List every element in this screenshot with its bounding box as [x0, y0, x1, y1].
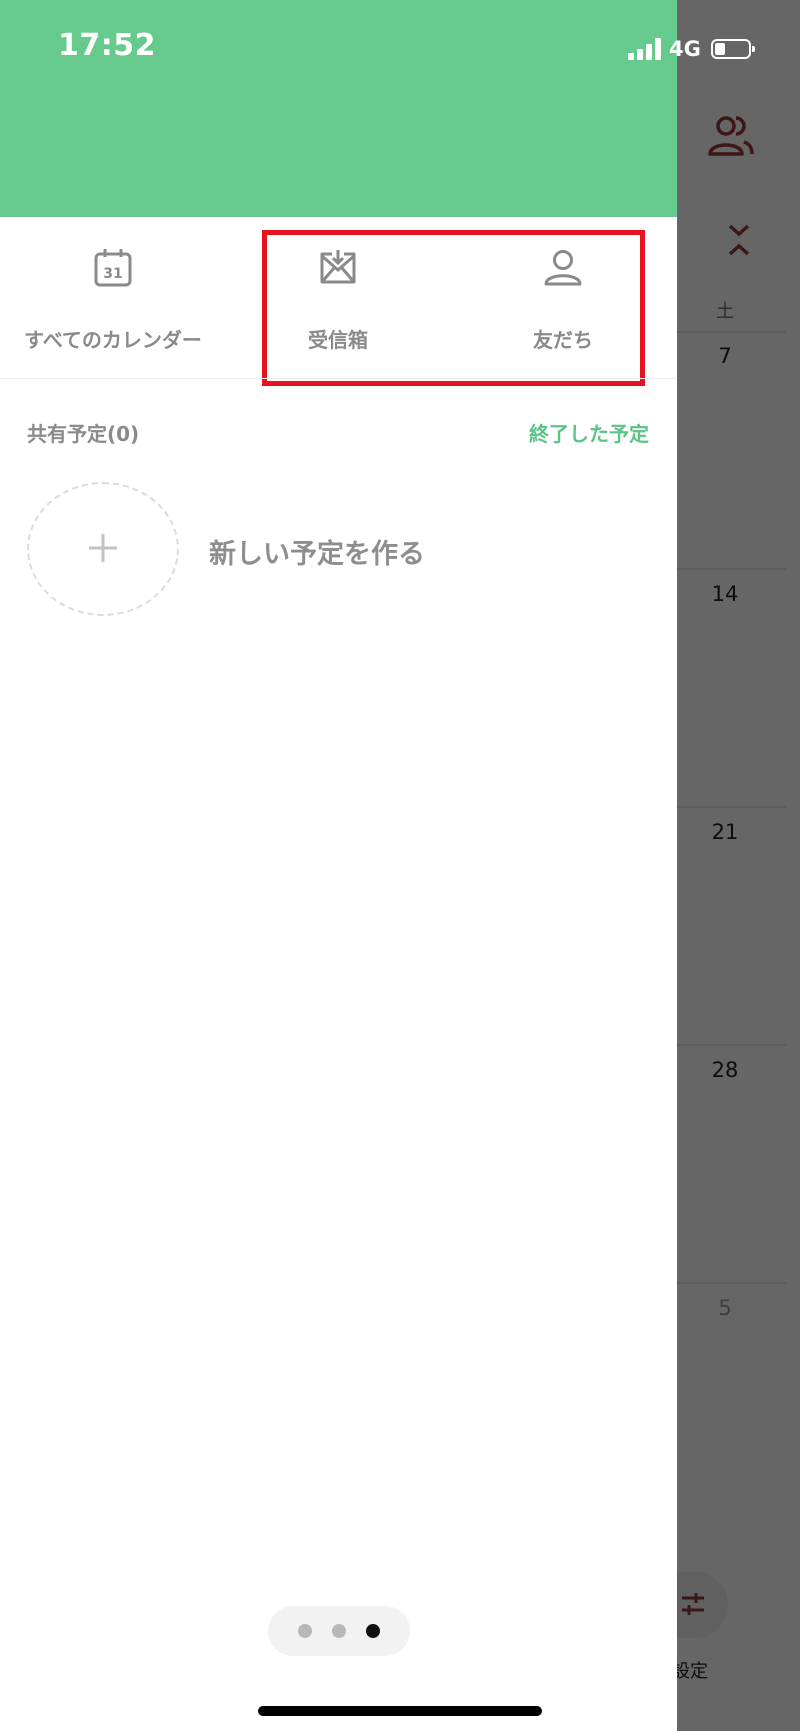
- svg-text:31: 31: [103, 266, 122, 282]
- calendar-icon: 31: [94, 249, 132, 287]
- signal-icon: [628, 38, 661, 60]
- plus-icon: [89, 534, 117, 562]
- tab-friends[interactable]: 友だち: [488, 248, 638, 368]
- divider: [0, 378, 677, 379]
- tab-label: 受信箱: [308, 328, 368, 352]
- tab-label: 友だち: [533, 328, 593, 352]
- inbox-icon: [320, 250, 356, 284]
- new-event-label: 新しい予定を作る: [209, 539, 425, 570]
- person-icon: [544, 250, 582, 286]
- page-dot-active[interactable]: [366, 1624, 380, 1638]
- status-indicators: 4G: [628, 34, 798, 64]
- ended-events-link[interactable]: 終了した予定: [529, 418, 649, 447]
- new-event-button[interactable]: 新しい予定を作る: [27, 482, 627, 618]
- shared-events-title: 共有予定(0): [27, 422, 140, 446]
- tab-all-calendars[interactable]: 31 すべてのカレンダー: [0, 248, 226, 368]
- page-indicator[interactable]: [268, 1606, 410, 1656]
- page-dot[interactable]: [332, 1624, 346, 1638]
- side-drawer: 17:52 31 すべてのカレンダー 受信箱 友だち 共有予定(0) 終了した予: [0, 0, 677, 1731]
- tab-label: すべてのカレンダー: [24, 328, 202, 352]
- home-indicator[interactable]: [258, 1706, 542, 1716]
- battery-icon: [710, 39, 755, 59]
- status-time: 17:52: [58, 28, 156, 63]
- page-dot[interactable]: [298, 1624, 312, 1638]
- tab-inbox[interactable]: 受信箱: [263, 248, 413, 368]
- network-type: 4G: [669, 37, 701, 61]
